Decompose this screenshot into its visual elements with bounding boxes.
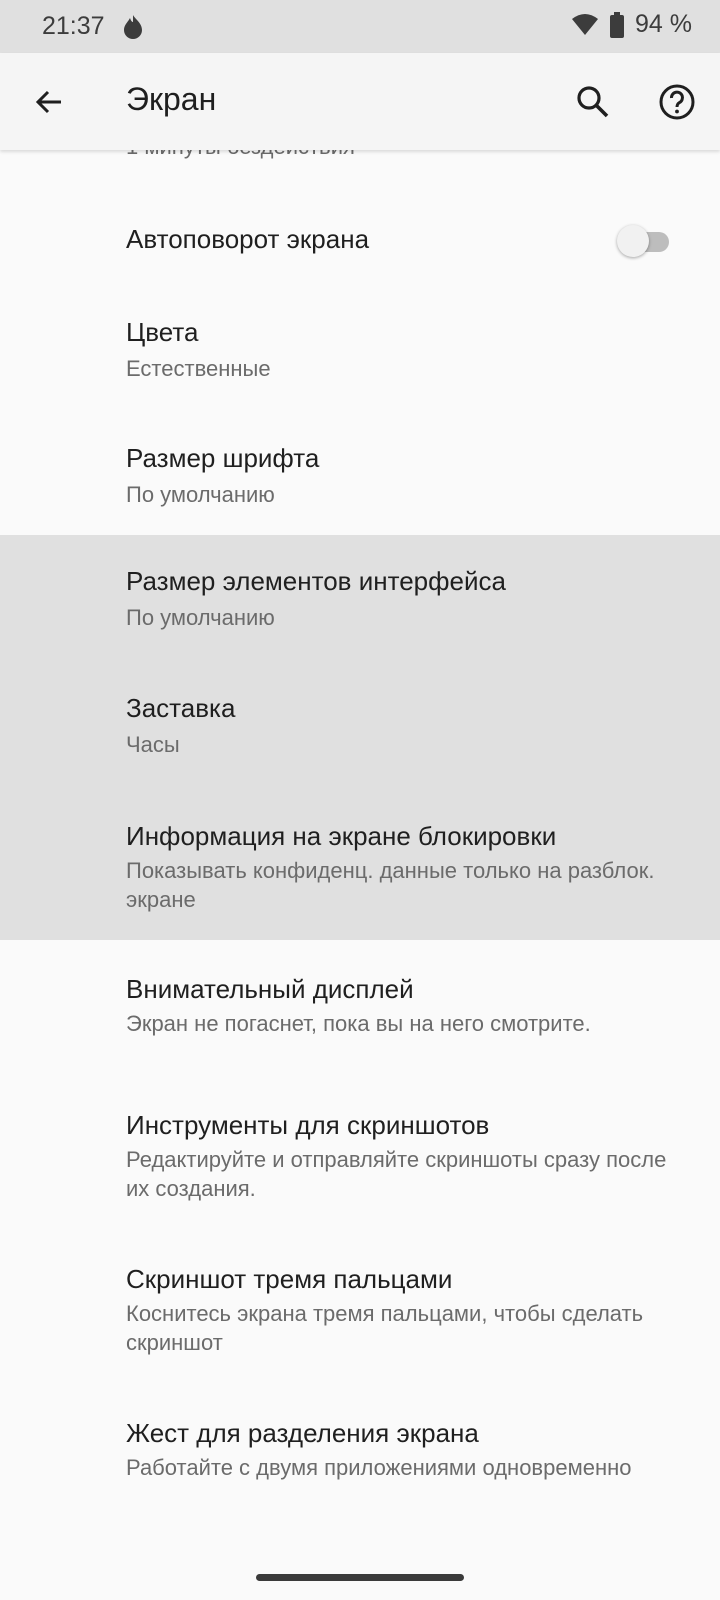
search-icon <box>577 86 609 118</box>
setting-font-size[interactable]: Размер шрифта По умолчанию <box>0 412 720 535</box>
setting-title: Скриншот тремя пальцами <box>126 1264 453 1294</box>
setting-title: Автоповорот экрана <box>126 224 370 254</box>
setting-title: Размер элементов интерфейса <box>126 566 506 596</box>
setting-subtitle: По умолчанию <box>126 605 275 630</box>
setting-lock-screen[interactable]: Информация на экране блокировки Показыва… <box>0 790 720 940</box>
screen-timeout-summary: 1 минуты бездействия <box>126 150 355 160</box>
setting-title: Информация на экране блокировки <box>126 821 557 851</box>
setting-display-size[interactable]: Размер элементов интерфейса По умолчанию <box>0 535 720 662</box>
setting-three-finger-screenshot[interactable]: Скриншот тремя пальцами Коснитесь экрана… <box>0 1230 720 1385</box>
gesture-nav-handle[interactable] <box>256 1574 464 1581</box>
notification-icon <box>120 13 146 41</box>
status-bar: 21:37 94 % <box>0 0 720 53</box>
back-arrow-icon <box>35 90 61 114</box>
app-bar: Экран <box>0 53 720 150</box>
setting-colors[interactable]: Цвета Естественные <box>0 290 720 412</box>
back-button[interactable] <box>26 79 72 125</box>
setting-auto-rotate[interactable]: Автоповорот экрана <box>0 195 720 290</box>
auto-rotate-toggle[interactable] <box>617 224 673 258</box>
setting-subtitle: Показывать конфиденц. данные только на р… <box>126 858 655 912</box>
setting-subtitle: Коснитесь экрана тремя пальцами, чтобы с… <box>126 1301 644 1355</box>
setting-split-screen-gesture[interactable]: Жест для разделения экрана Работайте с д… <box>0 1385 720 1540</box>
setting-title: Внимательный дисплей <box>126 974 414 1004</box>
setting-subtitle: Редактируйте и отправляйте скриншоты сра… <box>126 1147 667 1201</box>
wifi-icon <box>571 13 599 37</box>
setting-title: Инструменты для скриншотов <box>126 1110 490 1140</box>
setting-title: Жест для разделения экрана <box>126 1418 479 1448</box>
setting-screenshot-tools[interactable]: Инструменты для скриншотов Редактируйте … <box>0 1075 720 1230</box>
setting-title: Заставка <box>126 693 236 723</box>
battery-percent: 94 % <box>635 10 692 38</box>
setting-subtitle: По умолчанию <box>126 482 275 507</box>
search-button[interactable] <box>570 79 616 125</box>
setting-subtitle: Часы <box>126 732 180 757</box>
page-title: Экран <box>126 81 217 117</box>
setting-screen-attention[interactable]: Внимательный дисплей Экран не погаснет, … <box>0 940 720 1075</box>
status-time: 21:37 <box>42 12 105 40</box>
help-button[interactable] <box>654 79 700 125</box>
setting-subtitle: Работайте с двумя приложениями одновреме… <box>126 1455 632 1480</box>
status-right-icons: 94 % <box>571 10 692 39</box>
setting-screensaver[interactable]: Заставка Часы <box>0 662 720 790</box>
settings-list: 1 минуты бездействия Автоповорот экрана … <box>0 150 720 1600</box>
help-icon <box>659 84 695 120</box>
toggle-thumb <box>617 225 649 257</box>
setting-subtitle: Естественные <box>126 356 271 381</box>
setting-title: Размер шрифта <box>126 443 320 473</box>
setting-title: Цвета <box>126 317 199 347</box>
battery-icon <box>609 11 625 38</box>
setting-subtitle: Экран не погаснет, пока вы на него смотр… <box>126 1011 591 1036</box>
